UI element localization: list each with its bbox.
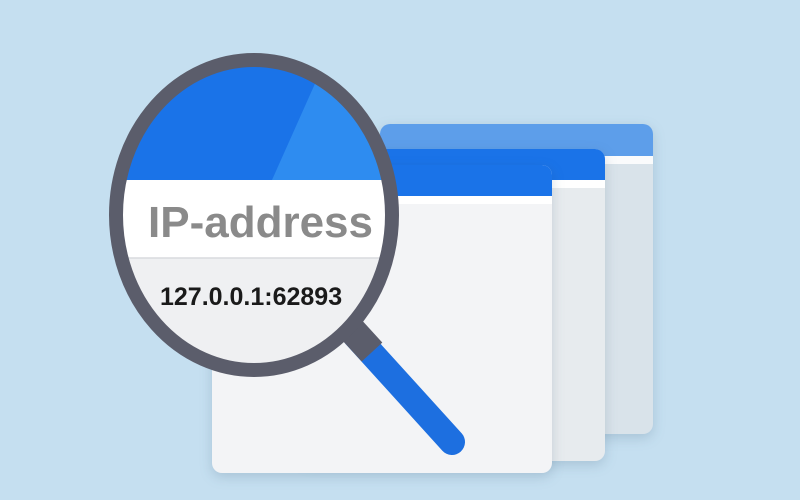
ip-address-illustration: IP-address 127.0.0.1:62893 [109, 53, 653, 473]
ip-address-value: 127.0.0.1:62893 [160, 283, 342, 311]
ip-address-label: IP-address [148, 198, 373, 247]
